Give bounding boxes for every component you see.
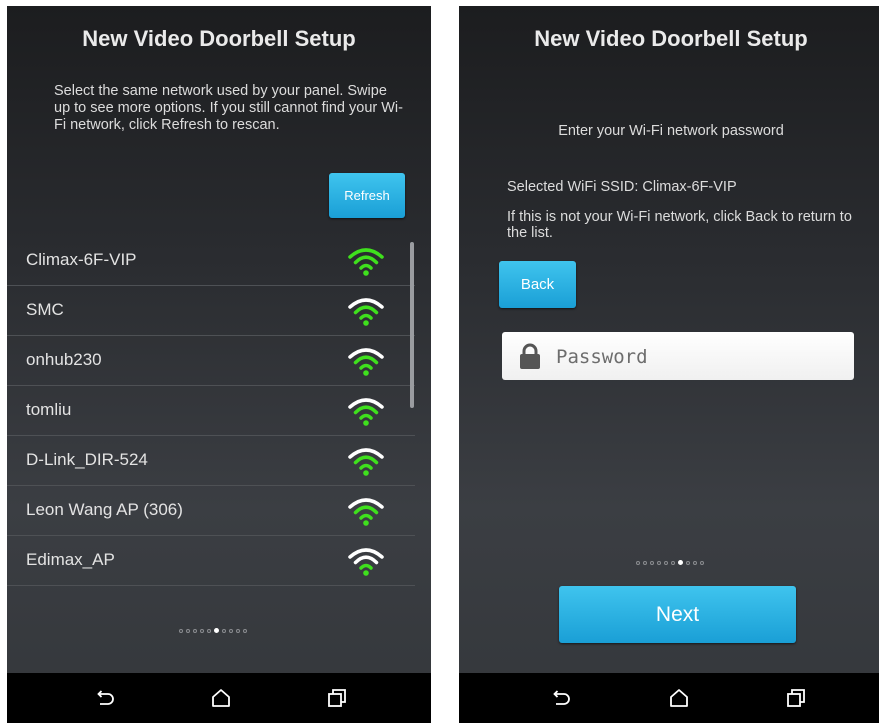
list-scrollbar[interactable] xyxy=(410,242,414,408)
page-dot xyxy=(206,628,211,633)
system-nav-bar xyxy=(7,673,431,723)
network-name: tomliu xyxy=(26,400,72,419)
page-dot xyxy=(649,560,654,565)
password-field[interactable] xyxy=(502,332,854,382)
network-name: Leon Wang AP (306) xyxy=(26,500,183,519)
network-name: SMC xyxy=(26,300,64,319)
page-dot xyxy=(663,560,668,565)
page-dot xyxy=(699,560,704,565)
back-button[interactable]: Back xyxy=(499,261,576,308)
network-name: D-Link_DIR-524 xyxy=(26,450,148,469)
wifi-icon xyxy=(348,548,384,576)
home-icon[interactable] xyxy=(209,686,233,710)
page-dot-active xyxy=(677,560,683,565)
page-indicator xyxy=(634,560,705,565)
refresh-button[interactable]: Refresh xyxy=(329,173,405,218)
page-dot xyxy=(670,560,675,565)
selected-ssid-text: Selected WiFi SSID: Climax-6F-VIP xyxy=(507,179,737,195)
page-dot xyxy=(235,628,240,633)
page-dot xyxy=(199,628,204,633)
password-prompt: Enter your Wi-Fi network password xyxy=(558,123,784,139)
page-dot xyxy=(192,628,197,633)
page-dot xyxy=(178,628,183,633)
page-dot xyxy=(228,628,233,633)
back-icon[interactable] xyxy=(549,686,573,710)
page-dot xyxy=(221,628,226,633)
wifi-icon xyxy=(348,448,384,476)
screen-title: New Video Doorbell Setup xyxy=(534,26,808,51)
wifi-icon xyxy=(348,498,384,526)
wifi-icon xyxy=(348,398,384,426)
back-icon[interactable] xyxy=(93,686,117,710)
network-item[interactable]: D-Link_DIR-524 xyxy=(7,436,415,486)
lock-icon xyxy=(520,343,540,369)
network-name: onhub230 xyxy=(26,350,102,369)
network-name: Climax-6F-VIP xyxy=(26,250,137,269)
network-item[interactable]: tomliu xyxy=(7,386,415,436)
page-dot xyxy=(242,628,247,633)
page-dot xyxy=(692,560,697,565)
network-name: Edimax_AP xyxy=(26,550,115,569)
next-button[interactable]: Next xyxy=(559,586,796,643)
password-screen: New Video Doorbell Setup Enter your Wi-F… xyxy=(459,6,879,723)
system-nav-bar xyxy=(459,673,879,723)
recents-icon[interactable] xyxy=(325,686,349,710)
screen-title: New Video Doorbell Setup xyxy=(82,26,356,51)
network-list: Climax-6F-VIP SMC onhub230 tomliu D-Link… xyxy=(7,236,415,586)
wifi-icon xyxy=(348,248,384,276)
wifi-icon xyxy=(348,298,384,326)
page-dot xyxy=(635,560,640,565)
recents-icon[interactable] xyxy=(784,686,808,710)
network-item[interactable]: Edimax_AP xyxy=(7,536,415,586)
instructions-text: Select the same network used by your pan… xyxy=(54,83,403,133)
page-dot xyxy=(656,560,661,565)
page-dot xyxy=(185,628,190,633)
back-hint-text: If this is not your Wi-Fi network, click… xyxy=(507,209,852,241)
page-indicator xyxy=(177,628,248,633)
wifi-icon xyxy=(348,348,384,376)
page-dot xyxy=(685,560,690,565)
page-dot-active xyxy=(213,628,219,633)
password-input[interactable] xyxy=(554,332,848,382)
network-select-screen: New Video Doorbell Setup Select the same… xyxy=(7,6,431,723)
page-dot xyxy=(642,560,647,565)
home-icon[interactable] xyxy=(667,686,691,710)
network-item[interactable]: SMC xyxy=(7,286,415,336)
network-item[interactable]: Climax-6F-VIP xyxy=(7,236,415,286)
network-item[interactable]: Leon Wang AP (306) xyxy=(7,486,415,536)
network-item[interactable]: onhub230 xyxy=(7,336,415,386)
